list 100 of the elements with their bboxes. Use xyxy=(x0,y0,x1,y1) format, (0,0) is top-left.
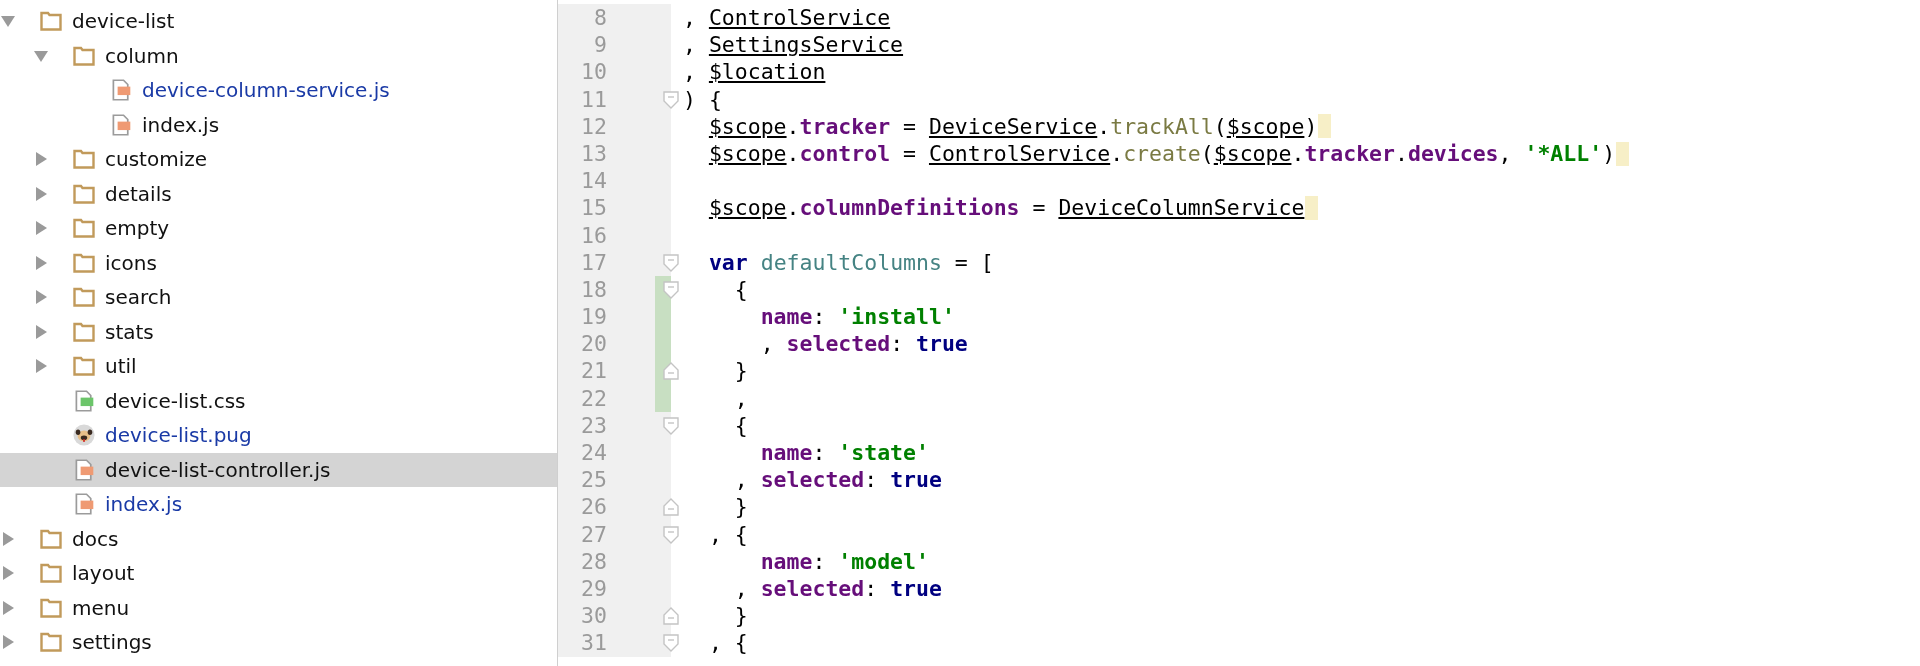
collapsed-arrow-icon[interactable] xyxy=(33,358,49,375)
file-name[interactable]: stats xyxy=(105,319,154,344)
collapsed-arrow-icon[interactable] xyxy=(33,151,49,168)
line-number: 19 xyxy=(580,303,607,331)
line-number: 18 xyxy=(580,275,607,304)
code-line: , { xyxy=(707,520,748,548)
collapsed-arrow-icon[interactable] xyxy=(33,289,49,306)
file-name[interactable]: util xyxy=(105,354,137,379)
file-name[interactable]: customize xyxy=(105,147,207,172)
line-number: 12 xyxy=(580,112,607,140)
code-line: , ControlService xyxy=(683,4,891,32)
line-number: 31 xyxy=(580,629,607,657)
folder-icon xyxy=(73,251,95,274)
code-line: name: 'install' xyxy=(759,303,955,331)
line-number: 21 xyxy=(580,357,607,385)
collapsed-arrow-icon[interactable] xyxy=(0,634,16,651)
code-line: } xyxy=(733,493,748,521)
file-name[interactable]: details xyxy=(105,181,172,206)
file-name[interactable]: device-column-service.js xyxy=(142,78,390,103)
file-name[interactable]: device-list.pug xyxy=(105,423,252,448)
code-line: $scope.control = ControlService.create($scope.tracker.devices, '*ALL') xyxy=(707,139,1616,168)
file-name[interactable]: index.js xyxy=(142,112,220,137)
file-name[interactable]: index.js xyxy=(105,492,183,517)
fold-start-icon[interactable] xyxy=(663,525,679,544)
code-line: name: 'state' xyxy=(759,439,929,467)
collapsed-arrow-icon[interactable] xyxy=(33,220,49,237)
folder-icon xyxy=(40,631,62,654)
code-line: $scope.columnDefinitions = DeviceColumnService xyxy=(707,194,1305,222)
line-number: 25 xyxy=(580,466,607,494)
line-number: 17 xyxy=(580,248,607,276)
code-line: , selected: true xyxy=(733,466,942,494)
code-line: ) { xyxy=(683,85,722,113)
code-line: $scope.tracker = DeviceService.trackAll($scope) xyxy=(707,112,1318,140)
code-line: { xyxy=(733,275,748,304)
code-line: , $location xyxy=(683,58,826,86)
line-number: 23 xyxy=(580,411,607,439)
file-name[interactable]: menu xyxy=(72,595,130,620)
fold-end-icon[interactable] xyxy=(663,362,679,381)
file-name[interactable]: column xyxy=(105,43,179,68)
file-name[interactable]: device-list-controller.js xyxy=(105,457,331,482)
code-line: , selected: true xyxy=(733,574,942,603)
file-name[interactable]: docs xyxy=(72,526,119,551)
collapsed-arrow-icon[interactable] xyxy=(0,599,16,616)
collapsed-arrow-icon[interactable] xyxy=(0,565,16,582)
collapsed-arrow-icon[interactable] xyxy=(0,530,16,547)
folder-icon xyxy=(73,148,95,171)
line-number: 11 xyxy=(580,85,607,113)
folder-icon xyxy=(40,10,62,33)
code-line: , xyxy=(733,384,748,412)
code-line: , selected: true xyxy=(759,330,968,358)
fold-end-icon[interactable] xyxy=(663,607,679,626)
line-number: 13 xyxy=(580,139,607,168)
line-number: 16 xyxy=(580,221,607,249)
code-line: } xyxy=(733,357,748,385)
folder-icon xyxy=(40,596,62,619)
code-line: var defaultColumns = [ xyxy=(707,248,994,276)
file-name[interactable]: icons xyxy=(105,250,157,275)
line-number: 29 xyxy=(580,574,607,603)
code-line: { xyxy=(733,411,748,439)
line-number: 8 xyxy=(593,4,607,32)
file-name[interactable]: empty xyxy=(105,216,170,241)
folder-icon xyxy=(73,286,95,309)
code-line: , SettingsService xyxy=(683,31,904,59)
script-file-icon xyxy=(110,79,132,102)
script-file-icon xyxy=(73,493,95,516)
line-number: 9 xyxy=(593,31,607,59)
folder-icon xyxy=(73,320,95,343)
line-number: 30 xyxy=(580,602,607,630)
fold-start-icon[interactable] xyxy=(663,253,679,272)
collapsed-arrow-icon[interactable] xyxy=(33,323,49,340)
collapsed-arrow-icon[interactable] xyxy=(33,254,49,271)
line-number: 10 xyxy=(580,58,607,86)
fold-start-icon[interactable] xyxy=(663,280,679,299)
fold-start-icon[interactable] xyxy=(663,90,679,109)
line-number: 26 xyxy=(580,493,607,521)
fold-end-icon[interactable] xyxy=(663,498,679,517)
line-number: 22 xyxy=(580,384,607,412)
line-number: 14 xyxy=(580,167,607,195)
line-number: 24 xyxy=(580,439,607,467)
file-name[interactable]: device-list xyxy=(72,9,175,34)
folder-icon xyxy=(40,562,62,585)
file-name[interactable]: settings xyxy=(72,630,152,655)
code-line: name: 'model' xyxy=(759,547,929,575)
selected-tree-row[interactable]: device-list-controller.js xyxy=(0,452,557,487)
folder-icon xyxy=(73,182,95,205)
collapsed-arrow-icon[interactable] xyxy=(33,185,49,202)
folder-icon xyxy=(73,355,95,378)
code-line: } xyxy=(733,602,748,630)
file-name[interactable]: search xyxy=(105,285,172,310)
file-name[interactable]: layout xyxy=(72,561,135,586)
fold-start-icon[interactable] xyxy=(663,634,679,653)
code-line: , { xyxy=(707,629,748,657)
line-number: 27 xyxy=(580,520,607,548)
file-name[interactable]: device-list.css xyxy=(105,388,246,413)
line-number: 15 xyxy=(580,194,607,222)
fold-start-icon[interactable] xyxy=(663,416,679,435)
folder-icon xyxy=(73,44,95,67)
dog-icon xyxy=(73,424,95,447)
script-file-icon xyxy=(73,458,95,481)
line-number: 28 xyxy=(580,547,607,575)
